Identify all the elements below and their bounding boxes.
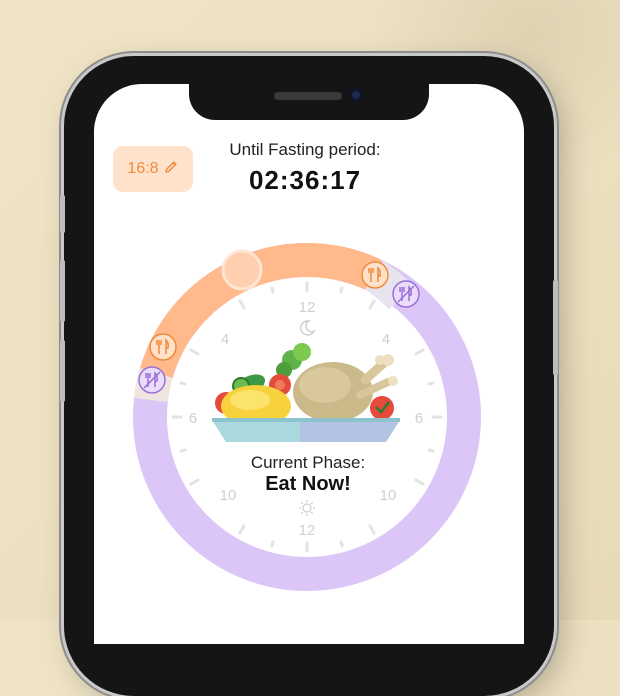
no-food-icon: [138, 366, 166, 394]
hour-label: 12: [299, 522, 316, 539]
no-food-icon: [392, 280, 420, 308]
sun-icon: [299, 500, 315, 516]
hour-label: 4: [221, 331, 229, 348]
food-plate-illustration: [212, 343, 400, 442]
fork-knife-icon: [149, 333, 177, 361]
current-phase-value: Eat Now!: [265, 473, 351, 495]
hour-label: 6: [189, 410, 197, 427]
current-time-knob: [221, 249, 263, 291]
fasting-clock: 12 4 6 10 12 10 6 4: [133, 243, 481, 591]
fork-knife-icon: [361, 261, 389, 289]
moon-icon: [299, 320, 316, 336]
hour-label: 6: [415, 410, 423, 427]
eating-arc: [139, 243, 382, 379]
current-phase-label: Current Phase:: [250, 453, 366, 472]
hour-label: 4: [382, 331, 390, 348]
hour-label: 12: [299, 299, 316, 316]
